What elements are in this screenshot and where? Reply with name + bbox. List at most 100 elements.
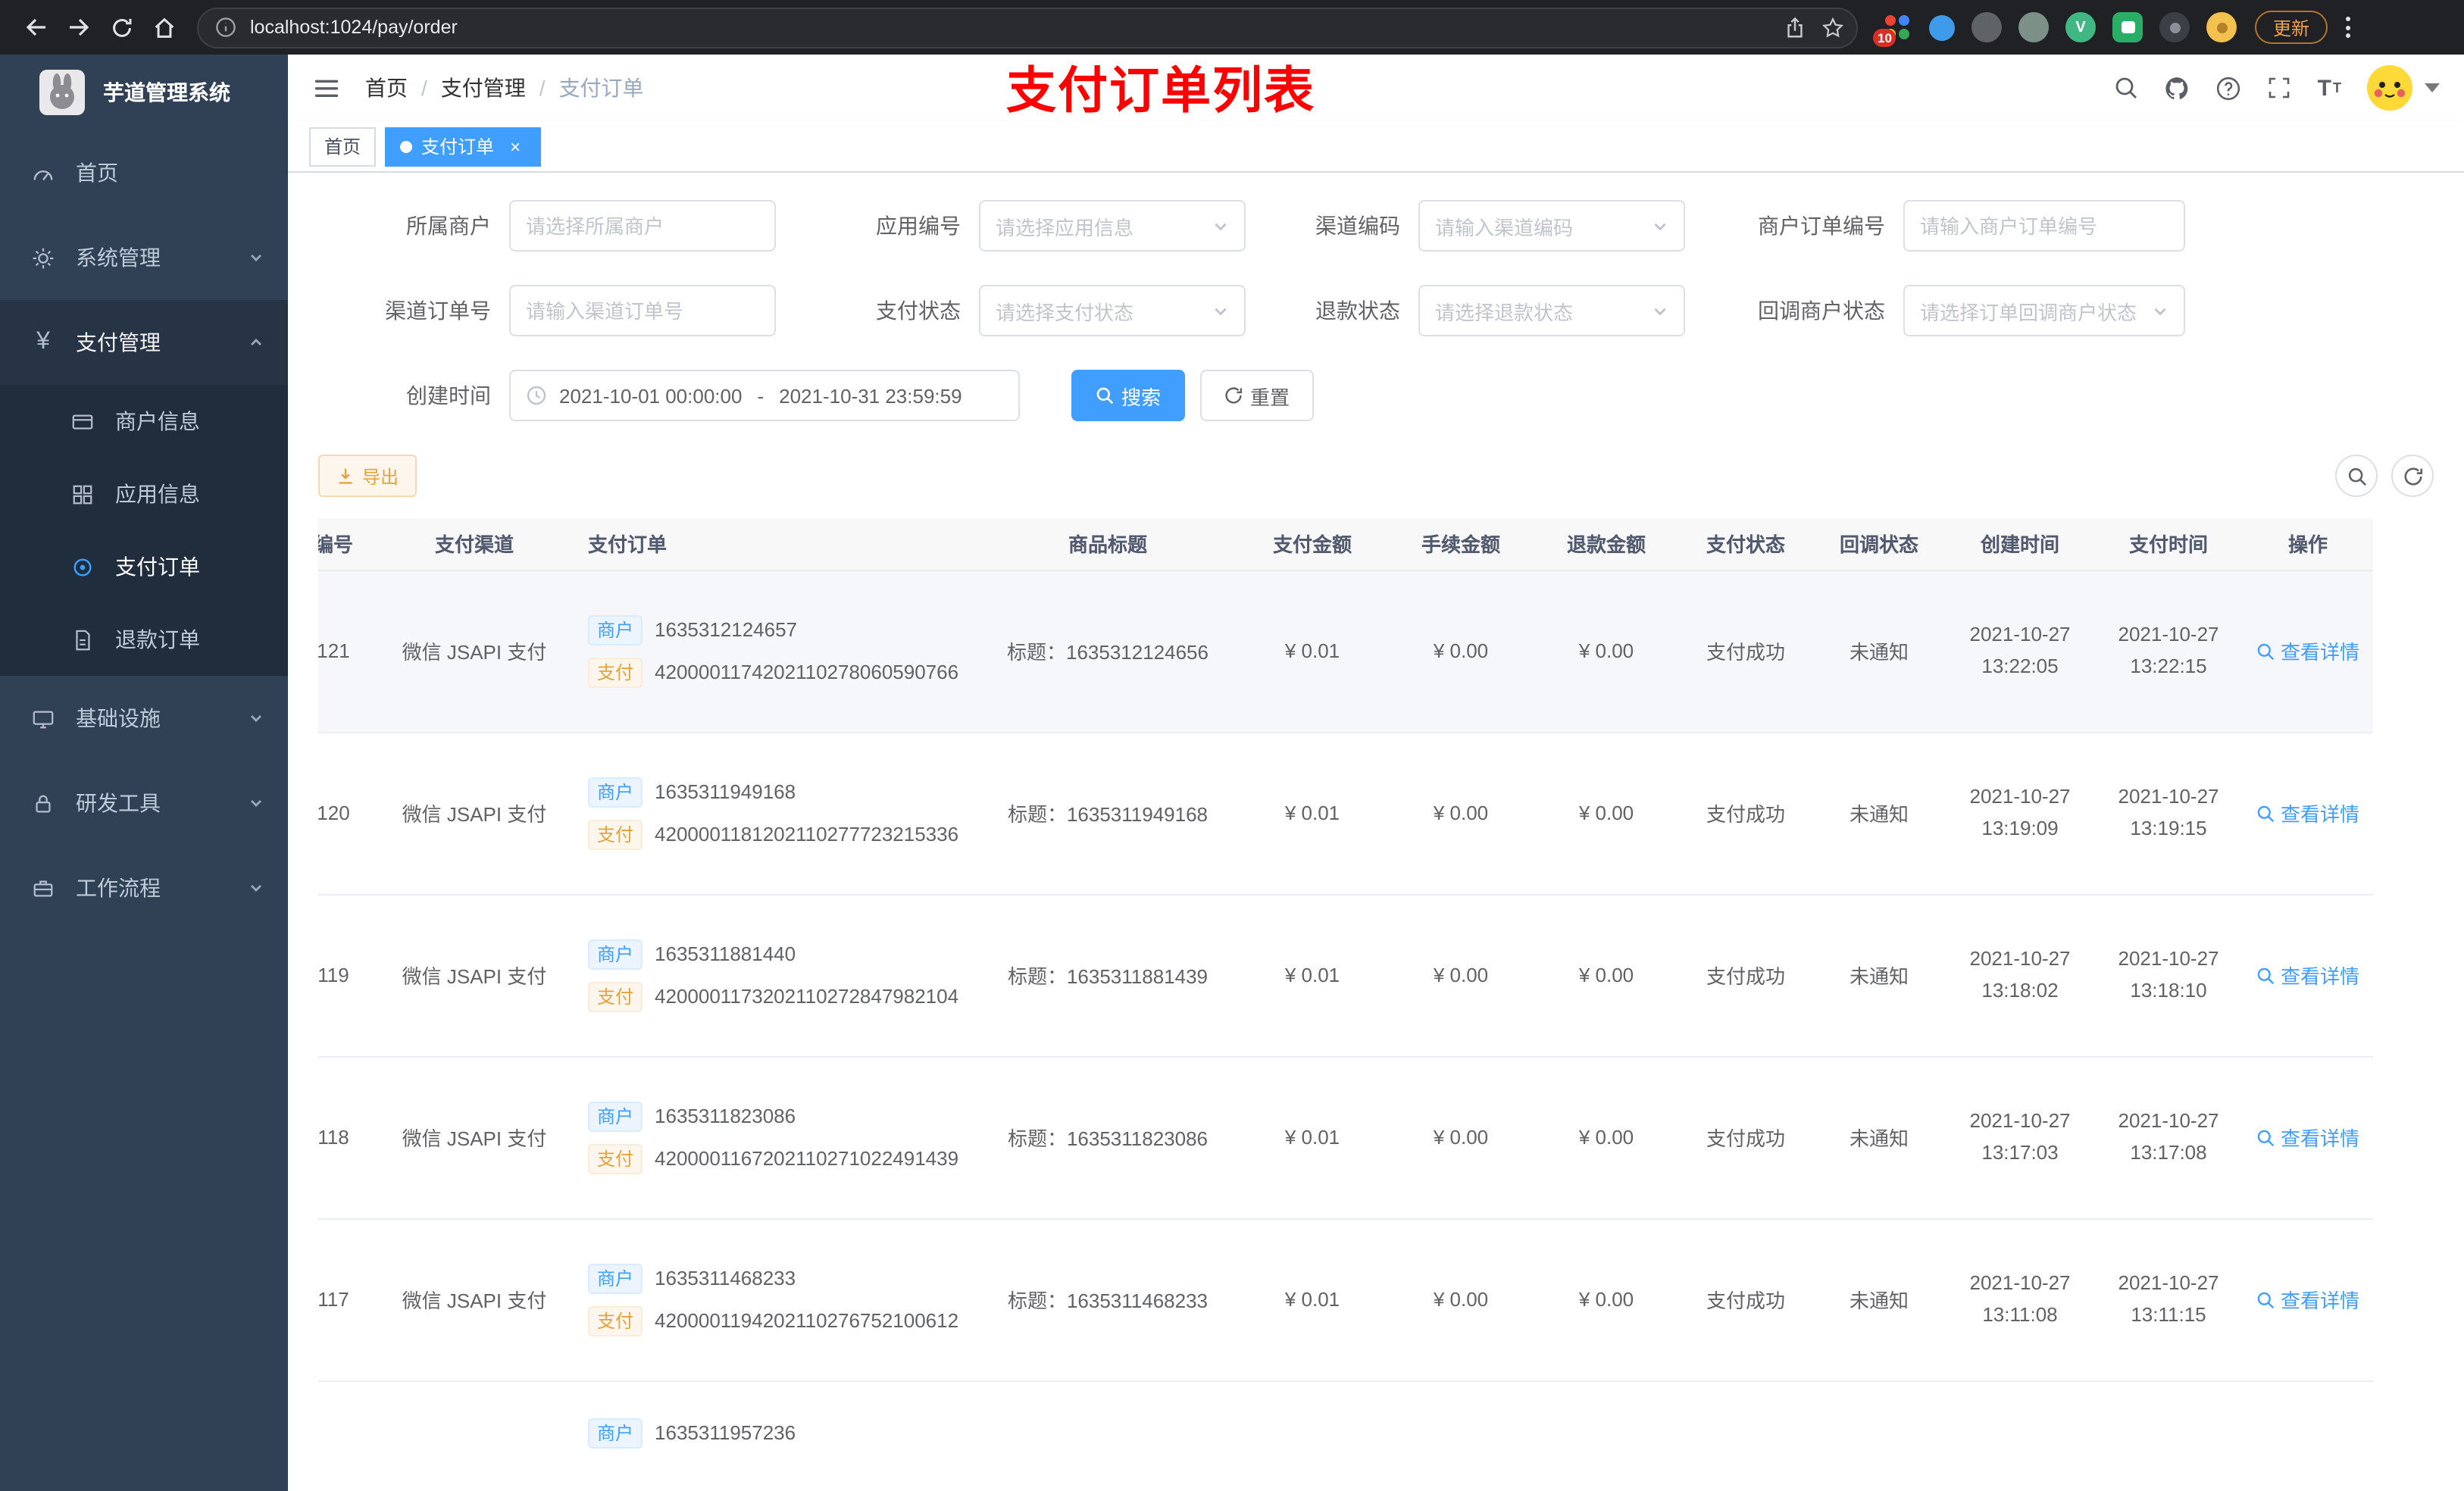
- extension-pin-icon[interactable]: [2159, 12, 2190, 42]
- view-detail-link[interactable]: 查看详情: [2256, 1123, 2359, 1152]
- sidebar-item-app-info[interactable]: 应用信息: [0, 458, 288, 530]
- chevron-down-icon: [1652, 302, 1668, 319]
- sidebar-item-merchant-info[interactable]: 商户信息: [0, 385, 288, 458]
- cell-refund-amount: ¥ 0.00: [1534, 1056, 1679, 1219]
- cell-notify-status: 未通知: [1812, 894, 1946, 1057]
- table-row[interactable]: 117 微信 JSAPI 支付 商户 1635311468233 支付 420000…: [318, 1218, 2373, 1381]
- view-detail-link[interactable]: 查看详情: [2256, 1285, 2359, 1314]
- pay-status-select[interactable]: 请选择支付状态: [979, 285, 1246, 336]
- extension-badge: 10: [1873, 29, 1896, 47]
- merchant-input[interactable]: [509, 200, 776, 252]
- sidebar-item-payment[interactable]: ¥ 支付管理: [0, 300, 288, 385]
- font-size-icon[interactable]: [2318, 75, 2341, 101]
- extension-sage-icon[interactable]: [2018, 12, 2049, 42]
- sidebar-item-workflow[interactable]: 工作流程: [0, 846, 288, 930]
- top-navbar: 首页 / 支付管理 / 支付订单 支付订单列表: [288, 55, 2464, 121]
- extension-drop-icon[interactable]: [1929, 14, 1955, 40]
- filter-label: 应用编号: [876, 214, 961, 238]
- cell-pay-status: [1679, 1380, 1812, 1491]
- sidebar-item-pay-order[interactable]: 支付订单: [0, 530, 288, 603]
- sidebar-item-label: 退款订单: [115, 627, 200, 652]
- page-annotation-title: 支付订单列表: [1006, 62, 1315, 119]
- address-bar[interactable]: localhost:1024/pay/order: [197, 7, 1858, 48]
- extension-palette-icon[interactable]: 10: [1873, 12, 1912, 47]
- table-row[interactable]: 商户 1635311957236: [318, 1380, 2373, 1491]
- filter-channel-order-no: 渠道订单号: [342, 285, 776, 336]
- sidebar-item-label: 支付订单: [115, 555, 200, 579]
- bookmark-star-icon[interactable]: [1821, 16, 1844, 39]
- notify-status-select[interactable]: 请选择订单回调商户状态: [1903, 285, 2185, 336]
- back-icon[interactable]: [15, 6, 58, 48]
- github-icon[interactable]: [2165, 75, 2190, 101]
- sidebar-item-label: 研发工具: [76, 791, 161, 815]
- monitor-icon: [30, 707, 56, 730]
- help-icon[interactable]: [2216, 75, 2242, 101]
- view-detail-link[interactable]: 查看详情: [2256, 961, 2359, 989]
- home-icon[interactable]: [142, 6, 185, 48]
- fullscreen-icon[interactable]: [2268, 76, 2292, 100]
- table-row[interactable]: 118 微信 JSAPI 支付 商户 1635311823086 支付 420000…: [318, 1056, 2373, 1219]
- table-row[interactable]: 121 微信 JSAPI 支付 商户 1635312124657 支付 420000…: [318, 570, 2373, 733]
- reset-button[interactable]: 重置: [1200, 370, 1315, 421]
- merchant-tag: 商户: [588, 1101, 643, 1131]
- browser-menu-icon[interactable]: [2346, 17, 2351, 38]
- breadcrumb-home[interactable]: 首页: [365, 73, 408, 103]
- merchant-order-no-input[interactable]: [1903, 200, 2185, 252]
- caret-down-icon: [2425, 83, 2440, 92]
- info-icon[interactable]: [215, 17, 236, 38]
- browser-update-button[interactable]: 更新: [2255, 11, 2328, 44]
- sidebar-item-infra[interactable]: 基础设施: [0, 676, 288, 761]
- refund-status-select[interactable]: 请选择退款状态: [1418, 285, 1685, 336]
- tab-pay-order[interactable]: 支付订单: [385, 127, 542, 166]
- search-icon[interactable]: [2115, 76, 2139, 100]
- breadcrumb-current: 支付订单: [558, 76, 644, 100]
- table-row[interactable]: 120 微信 JSAPI 支付 商户 1635311949168 支付 420000…: [318, 732, 2373, 895]
- cell-channel: 微信 JSAPI 支付: [376, 732, 573, 895]
- export-button[interactable]: 导出: [318, 455, 417, 497]
- cell-order: 商户 1635311468233 支付 4200001194202110276752…: [573, 1218, 979, 1381]
- collapse-sidebar-icon[interactable]: [312, 73, 341, 102]
- tab-home[interactable]: 首页: [309, 127, 377, 166]
- tags-view-bar: 首页 支付订单: [288, 121, 2464, 173]
- app-logo[interactable]: 芋道管理系统: [0, 55, 288, 130]
- search-button[interactable]: 搜索: [1071, 370, 1186, 421]
- user-menu[interactable]: [2367, 65, 2440, 111]
- url-text[interactable]: localhost:1024/pay/order: [250, 17, 1768, 38]
- cell-notify-status: 未通知: [1812, 1218, 1946, 1381]
- cell-create-time: 2021-10-27 13:17:03: [1946, 1056, 2094, 1219]
- sidebar-item-home[interactable]: 首页: [0, 130, 288, 215]
- sidebar-item-devtools[interactable]: 研发工具: [0, 761, 288, 846]
- pay-tag: 支付: [588, 981, 643, 1011]
- cell-id: 117: [318, 1218, 376, 1381]
- view-detail-link[interactable]: 查看详情: [2256, 799, 2359, 827]
- close-icon[interactable]: [505, 136, 526, 157]
- refresh-table-button[interactable]: [2391, 455, 2434, 497]
- app-select[interactable]: 请选择应用信息: [979, 200, 1246, 252]
- sidebar-item-label: 应用信息: [115, 482, 200, 506]
- sidebar-item-system[interactable]: 系统管理: [0, 215, 288, 300]
- sidebar-item-refund-order[interactable]: 退款订单: [0, 603, 288, 676]
- filter-channel-code: 渠道编码 请输入渠道编码: [1282, 200, 1685, 252]
- forward-icon[interactable]: [58, 6, 100, 48]
- extension-avatar-icon[interactable]: [2206, 12, 2237, 42]
- cell-refund-amount: [1534, 1380, 1679, 1491]
- col-channel: 支付渠道: [376, 518, 573, 570]
- extension-gray-icon[interactable]: [1972, 12, 2002, 42]
- channel-order-no-input[interactable]: [509, 285, 776, 336]
- extension-chat-icon[interactable]: [2112, 12, 2143, 42]
- reload-icon[interactable]: [100, 6, 142, 48]
- breadcrumb-payment[interactable]: 支付管理: [441, 73, 526, 103]
- cell-fee-amount: ¥ 0.00: [1388, 732, 1534, 895]
- page-content: 所属商户 应用编号 请选择应用信息 渠道编码 请输入渠道编码: [288, 173, 2464, 1491]
- date-range-picker[interactable]: 2021-10-01 00:00:00 - 2021-10-31 23:59:5…: [509, 370, 1020, 421]
- share-icon[interactable]: [1784, 16, 1806, 39]
- channel-code-select[interactable]: 请输入渠道编码: [1418, 200, 1685, 252]
- cell-order: 商户 1635311949168 支付 4200001181202110277723…: [573, 732, 979, 895]
- extension-vue-icon[interactable]: V: [2065, 12, 2096, 42]
- toggle-search-button[interactable]: [2335, 455, 2378, 497]
- view-detail-link[interactable]: 查看详情: [2256, 636, 2359, 665]
- col-notify-status: 回调状态: [1812, 518, 1946, 570]
- table-row[interactable]: 119 微信 JSAPI 支付 商户 1635311881440 支付 420000…: [318, 894, 2373, 1057]
- pay-tag: 支付: [588, 657, 643, 687]
- merchant-tag: 商户: [588, 777, 643, 807]
